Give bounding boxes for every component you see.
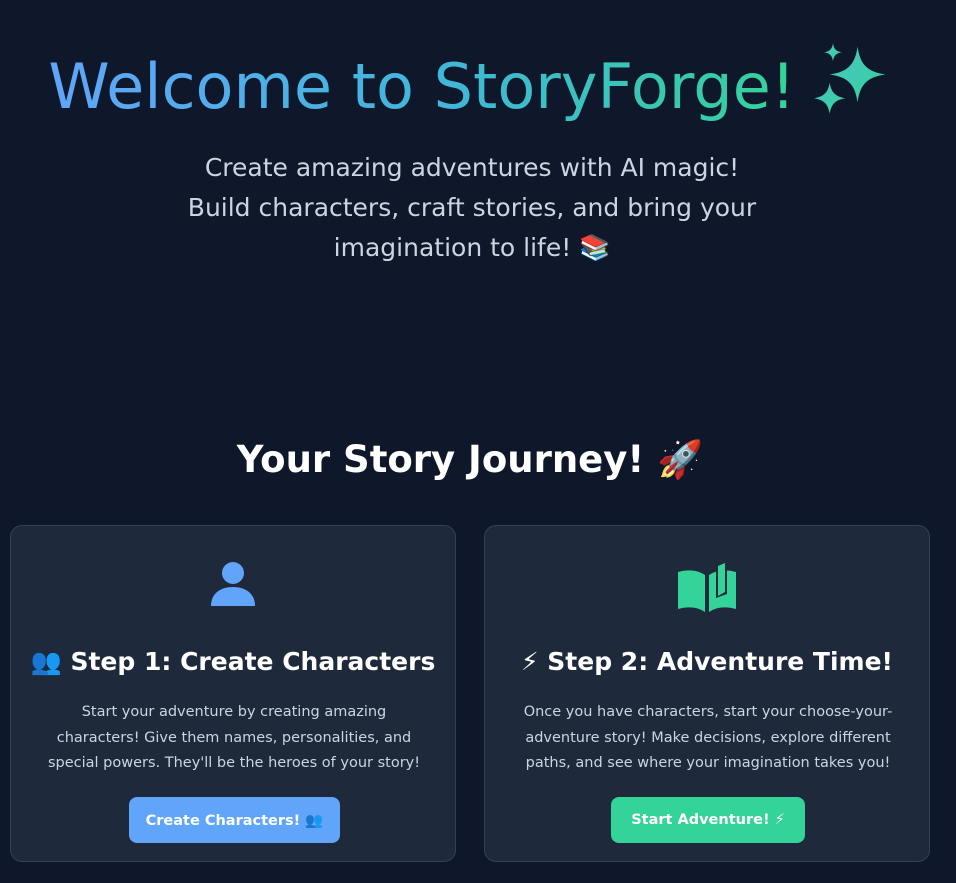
user-icon [11,560,455,612]
step-1-title: 👥 Step 1: Create Characters [30,647,436,676]
hero-title-text: Welcome to StoryForge! [48,50,796,123]
step-1-card: 👥 Step 1: Create Characters Start your a… [10,525,456,862]
book-open-icon [485,560,929,612]
sparkles-icon [813,43,886,114]
journey-heading: Your Story Journey! 🚀 [236,438,704,481]
step-2-card: ⚡ Step 2: Adventure Time! Once you have … [484,525,930,862]
hero-title: Welcome to StoryForge! [0,40,940,129]
create-characters-button[interactable]: Create Characters! 👥 [129,797,340,843]
hero-subtitle: Create amazing adventures with AI magic!… [187,153,757,262]
step-2-title: ⚡ Step 2: Adventure Time! [521,647,893,676]
start-adventure-button[interactable]: Start Adventure! ⚡ [611,797,805,843]
step-2-description: Once you have characters, start your cho… [523,704,893,771]
step-1-description: Start your adventure by creating amazing… [47,704,421,771]
page: Welcome to StoryForge! Create amazing ad… [0,0,956,883]
